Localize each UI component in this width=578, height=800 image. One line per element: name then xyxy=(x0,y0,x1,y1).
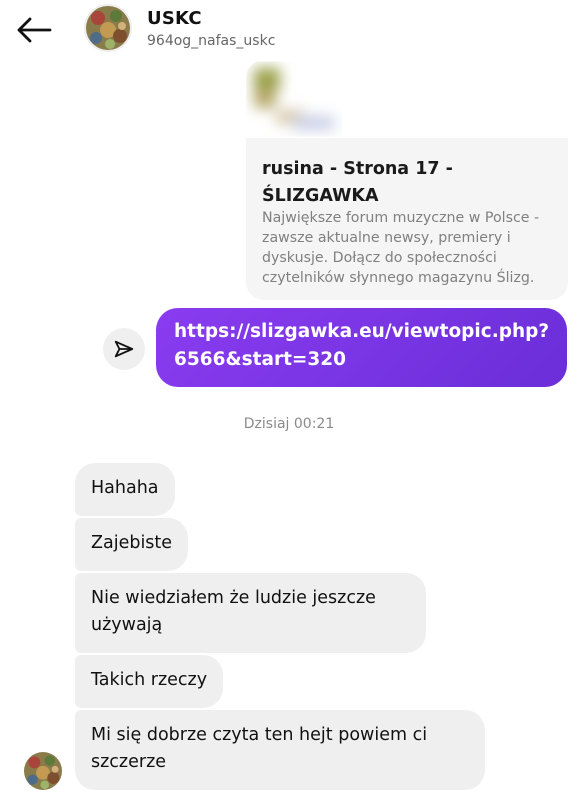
back-button[interactable] xyxy=(14,16,54,44)
incoming-message-bubble[interactable]: Takich rzeczy xyxy=(75,655,224,708)
link-preview-image xyxy=(246,60,568,138)
incoming-message-bubble[interactable]: Mi się dobrze czyta ten hejt powiem ci s… xyxy=(75,710,485,790)
outgoing-message-bubble[interactable]: https://slizgawka.eu/viewtopic.php? 6566… xyxy=(156,308,567,387)
share-button[interactable] xyxy=(103,328,145,370)
link-preview-card[interactable]: rusina - Strona 17 - ŚLIZGAWKA Największ… xyxy=(246,60,568,300)
profile-avatar xyxy=(24,752,62,790)
chat-title[interactable]: USKC xyxy=(147,8,202,29)
incoming-message-bubble[interactable]: Nie wiedziałem że ludzie jeszcze używają xyxy=(75,573,426,653)
message-timestamp: Dzisiaj 00:21 xyxy=(243,416,335,432)
avatar[interactable] xyxy=(86,6,130,50)
profile-avatar xyxy=(86,6,130,50)
sender-avatar[interactable] xyxy=(24,752,62,790)
link-preview-description: Największe forum muzyczne w Polsce - zaw… xyxy=(262,210,540,286)
link-preview-title: rusina - Strona 17 - ŚLIZGAWKA xyxy=(262,159,453,206)
arrow-left-icon xyxy=(17,17,52,43)
chat-username: 964og_nafas_uskc xyxy=(147,33,276,49)
incoming-message-bubble[interactable]: Zajebiste xyxy=(75,518,189,571)
send-icon xyxy=(114,340,134,358)
outgoing-link-text[interactable]: https://slizgawka.eu/viewtopic.php? 6566… xyxy=(174,318,567,374)
incoming-message-bubble[interactable]: Hahaha xyxy=(75,463,175,516)
